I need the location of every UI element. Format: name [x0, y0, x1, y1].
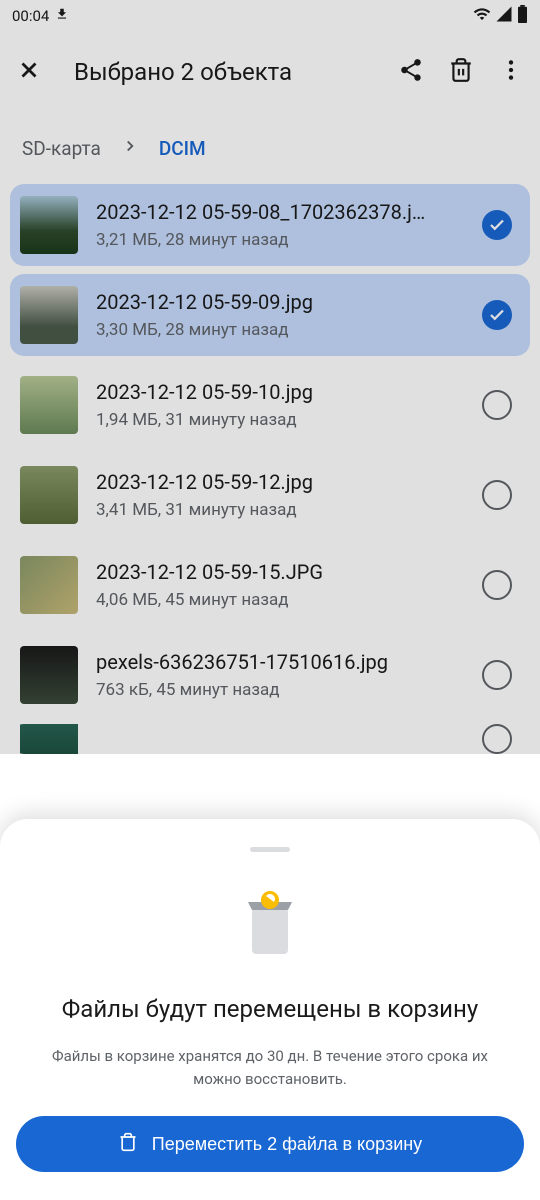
download-icon [55, 7, 69, 25]
checkbox-empty[interactable] [482, 724, 512, 754]
breadcrumb: SD-карта DCIM [0, 112, 540, 184]
checkbox-empty[interactable] [482, 480, 512, 510]
checkmark-icon[interactable] [482, 210, 512, 240]
file-meta: 763 кБ, 45 минут назад [96, 680, 464, 700]
checkbox-empty[interactable] [482, 390, 512, 420]
delete-bottom-sheet: Файлы будут перемещены в корзину Файлы в… [0, 819, 540, 1200]
file-name: 2023-12-12 05-59-08_1702362378.j… [96, 200, 464, 224]
file-item[interactable] [10, 724, 530, 754]
checkbox-empty[interactable] [482, 660, 512, 690]
file-item[interactable]: 2023-12-12 05-59-10.jpg 1,94 МБ, 31 мину… [10, 364, 530, 446]
file-thumbnail [20, 724, 78, 754]
selection-toolbar: Выбрано 2 объекта [0, 32, 540, 112]
sheet-title: Файлы будут перемещены в корзину [16, 994, 524, 1025]
wifi-icon [473, 5, 491, 27]
close-icon[interactable] [16, 57, 42, 87]
breadcrumb-root[interactable]: SD-карта [22, 137, 101, 160]
signal-icon [495, 5, 513, 27]
file-item[interactable]: 2023-12-12 05-59-12.jpg 3,41 МБ, 31 мину… [10, 454, 530, 536]
drag-handle[interactable] [250, 847, 290, 852]
file-item[interactable]: 2023-12-12 05-59-15.JPG 4,06 МБ, 45 мину… [10, 544, 530, 626]
file-thumbnail [20, 376, 78, 434]
file-thumbnail [20, 556, 78, 614]
file-meta: 1,94 МБ, 31 минуту назад [96, 410, 464, 430]
file-item[interactable]: 2023-12-12 05-59-09.jpg 3,30 МБ, 28 мину… [10, 274, 530, 356]
file-meta: 3,21 МБ, 28 минут назад [96, 230, 464, 250]
file-thumbnail [20, 196, 78, 254]
trash-illustration-icon [16, 876, 524, 962]
button-label: Переместить 2 файла в корзину [152, 1134, 422, 1155]
sheet-description: Файлы в корзине хранятся до 30 дн. В теч… [16, 1045, 524, 1090]
file-name: pexels-636236751-17510616.jpg [96, 650, 464, 674]
trash-icon [118, 1132, 138, 1157]
chevron-right-icon [121, 137, 139, 160]
file-name: 2023-12-12 05-59-09.jpg [96, 290, 464, 314]
battery-icon [517, 5, 528, 27]
toolbar-title: Выбрано 2 объекта [74, 58, 374, 86]
move-to-trash-button[interactable]: Переместить 2 файла в корзину [16, 1116, 524, 1172]
file-name: 2023-12-12 05-59-12.jpg [96, 470, 464, 494]
file-meta: 4,06 МБ, 45 минут назад [96, 590, 464, 610]
status-bar: 00:04 [0, 0, 540, 32]
breadcrumb-current[interactable]: DCIM [159, 137, 206, 160]
status-time: 00:04 [12, 7, 49, 25]
file-thumbnail [20, 286, 78, 344]
checkbox-empty[interactable] [482, 570, 512, 600]
file-name: 2023-12-12 05-59-10.jpg [96, 380, 464, 404]
file-item[interactable]: pexels-636236751-17510616.jpg 763 кБ, 45… [10, 634, 530, 716]
delete-icon[interactable] [448, 57, 474, 87]
more-icon[interactable] [498, 57, 524, 87]
file-thumbnail [20, 646, 78, 704]
file-meta: 3,41 МБ, 31 минуту назад [96, 500, 464, 520]
file-meta: 3,30 МБ, 28 минут назад [96, 320, 464, 340]
file-thumbnail [20, 466, 78, 524]
file-name: 2023-12-12 05-59-15.JPG [96, 560, 464, 584]
file-list: 2023-12-12 05-59-08_1702362378.j… 3,21 М… [0, 184, 540, 754]
checkmark-icon[interactable] [482, 300, 512, 330]
file-item[interactable]: 2023-12-12 05-59-08_1702362378.j… 3,21 М… [10, 184, 530, 266]
share-icon[interactable] [398, 57, 424, 87]
